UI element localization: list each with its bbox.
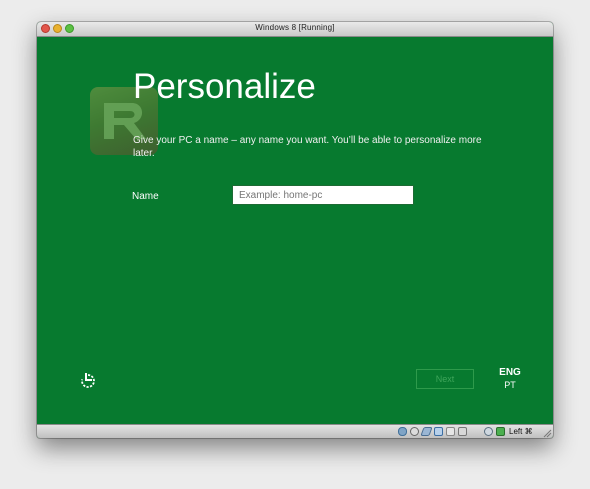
next-button[interactable]: Next [416,369,474,389]
capture-icon[interactable] [484,427,493,436]
name-label: Name [132,191,159,202]
usb-icon[interactable] [420,427,433,436]
host-key-label: Left ⌘ [509,427,533,436]
language-indicator[interactable]: ENG PT [498,367,522,390]
ease-of-access-icon[interactable] [79,372,97,390]
page-description: Give your PC a name – any name you want.… [133,135,482,159]
shared-folder-icon[interactable] [446,427,455,436]
setup-screen: Personalize Give your PC a name – any na… [37,37,553,424]
page-title: Personalize [133,67,316,106]
hard-disk-icon[interactable] [398,427,407,436]
mouse-integration-icon[interactable] [496,427,505,436]
keyboard-layout-code: PT [504,380,516,390]
vm-status-bar: Left ⌘ [37,424,553,438]
title-bar[interactable]: Windows 8 [Running] [37,22,553,37]
resize-grip-icon[interactable] [543,429,552,438]
optical-drive-icon[interactable] [410,427,419,436]
language-code: ENG [499,367,521,378]
virtualbox-window: Windows 8 [Running] Personalize Give you… [37,22,553,438]
display-icon[interactable] [458,427,467,436]
window-title: Windows 8 [Running] [255,23,335,32]
pc-name-input[interactable] [232,185,414,205]
network-icon[interactable] [434,427,443,436]
